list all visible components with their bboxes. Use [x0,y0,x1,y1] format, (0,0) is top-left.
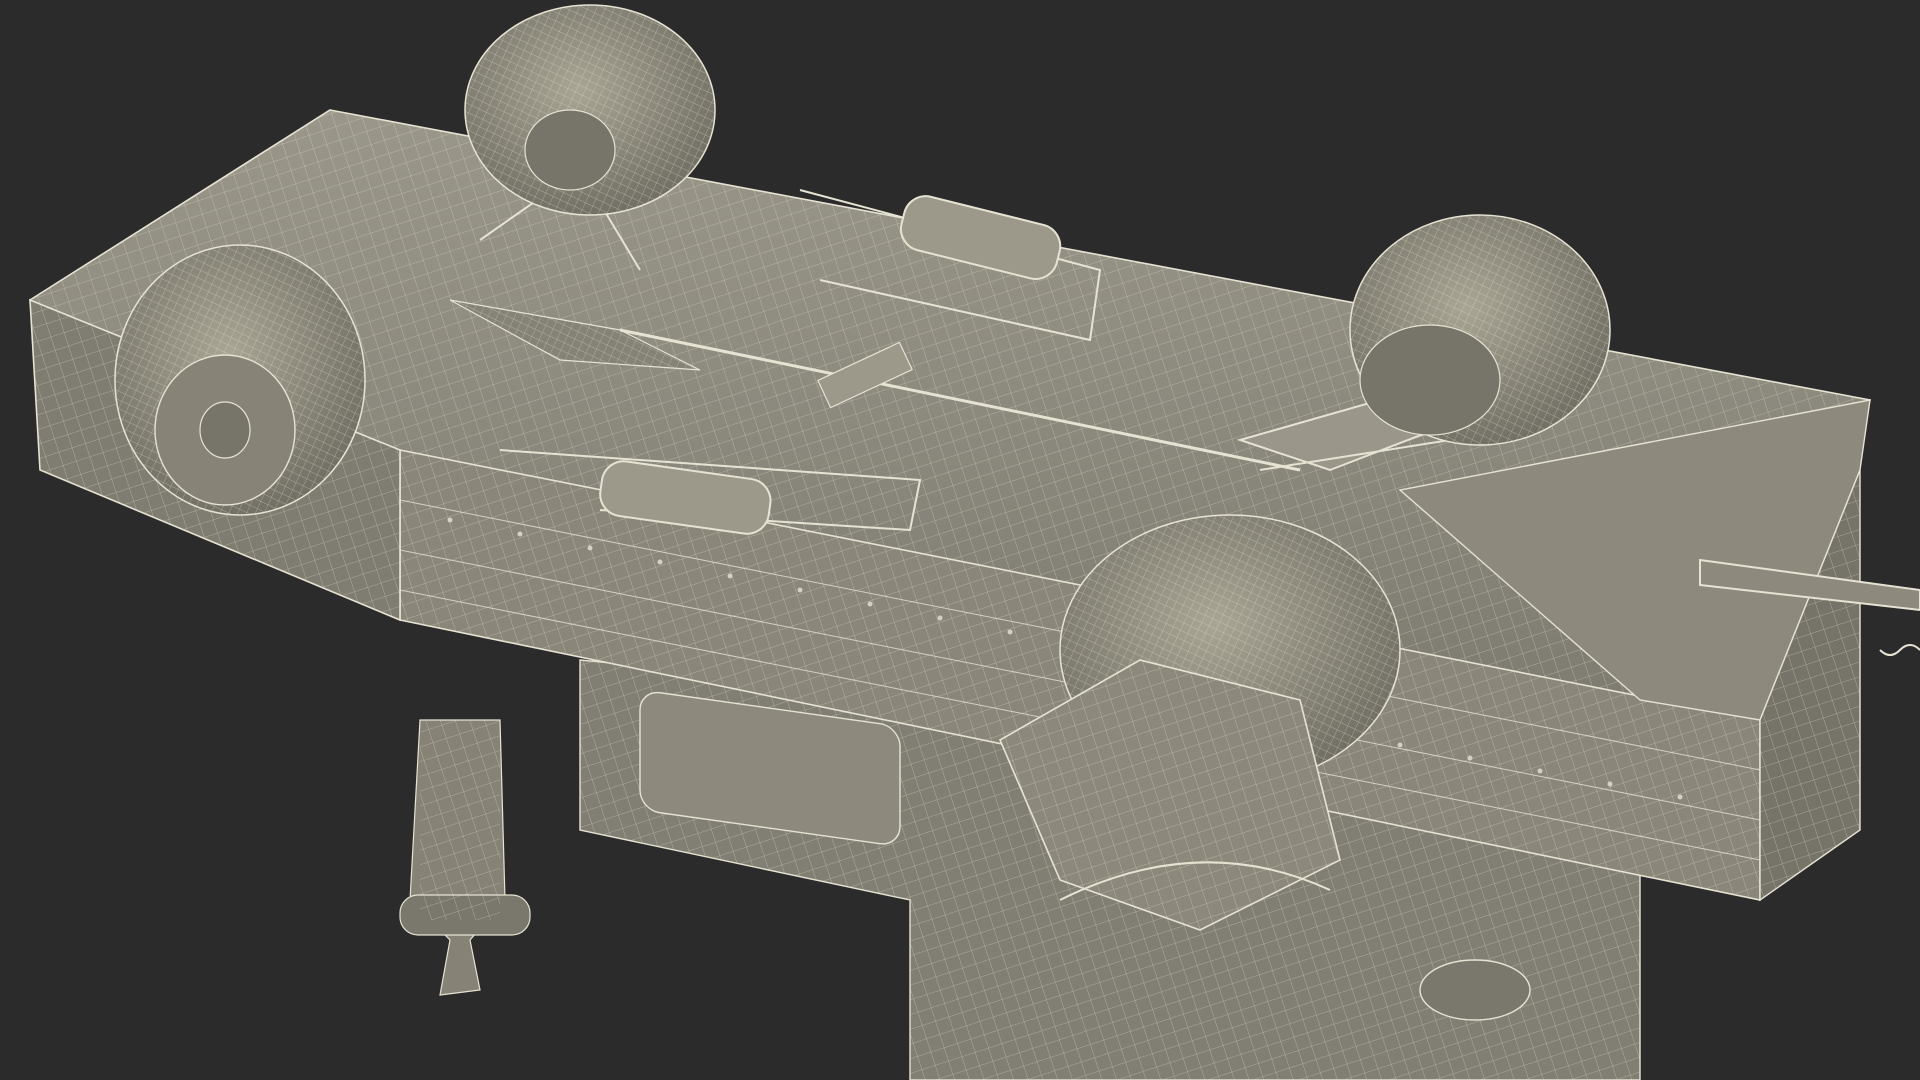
render-viewport [0,0,1920,1080]
wheel-front-right [114,244,366,516]
wireframe-render [29,4,1920,1080]
stand-leg [399,719,531,996]
wheel-rear-left [1349,214,1611,446]
wheel-front-left [464,4,716,216]
